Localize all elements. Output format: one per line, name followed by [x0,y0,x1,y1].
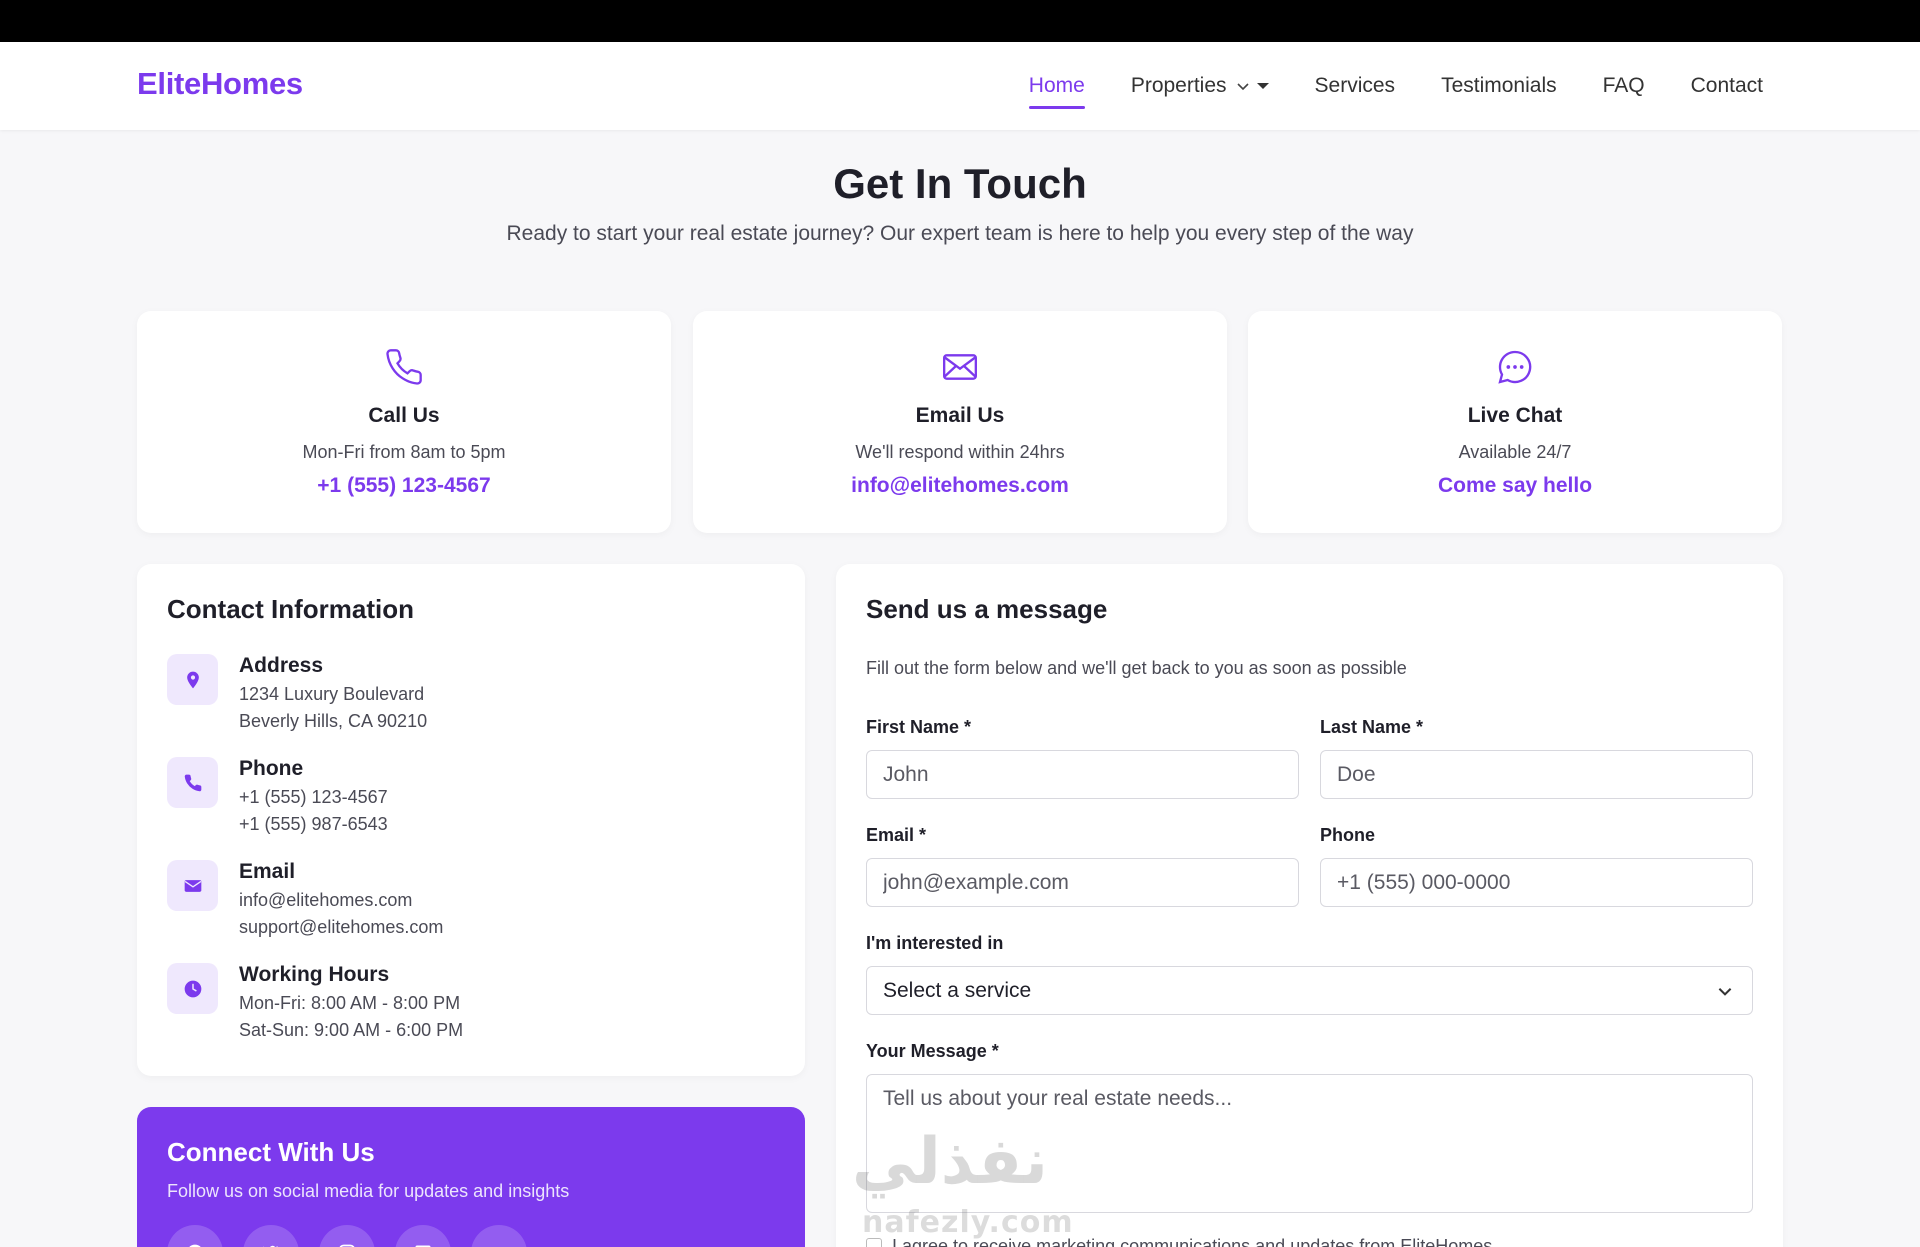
first-name-input[interactable] [866,750,1299,799]
address-badge [167,654,218,705]
brand-logo[interactable]: EliteHomes [137,66,303,102]
clock-icon [184,980,201,997]
interest-label: I'm interested in [866,933,1004,953]
phone-line-1[interactable]: +1 (555) 123-4567 [239,787,388,808]
nav-properties-label: Properties [1130,74,1227,97]
nav-home[interactable]: Home [1028,42,1085,130]
phone-label: Phone [1320,825,1376,845]
nav-services-label: Services [1314,74,1396,97]
page-subtitle: Ready to start your real estate journey?… [506,222,1414,245]
email-input[interactable] [866,858,1299,907]
email-line-2[interactable]: support@elitehomes.com [239,917,443,938]
linkedin-icon[interactable] [395,1225,451,1247]
instagram-icon[interactable] [319,1225,375,1247]
navbar: EliteHomes Home Properties Services Test… [0,42,1920,130]
mail-icon [943,354,977,380]
call-us-title: Call Us [368,404,440,427]
phone-badge [167,757,218,808]
form-title: Send us a message [866,594,1108,624]
watermark: نفذلي nafezly.com [852,1125,1074,1245]
live-chat-desc: Available 24/7 [1458,442,1572,462]
info-email: Email info@elitehomes.com support@eliteh… [167,860,767,950]
service-select-value: Select a service [883,978,1032,1002]
working-hours-line-1: Mon-Fri: 8:00 AM - 8:00 PM [239,993,461,1013]
watermark-arabic: نفذلي [852,1125,1048,1199]
chevron-down-icon [1236,83,1249,91]
connect-subtitle: Follow us on social media for updates an… [167,1181,570,1201]
first-name-label: First Name * [866,717,972,737]
live-chat-card: Live Chat Available 24/7 Come say hello [1248,311,1782,533]
email-us-card: Email Us We'll respond within 24hrs info… [693,311,1227,533]
phone-icon [184,774,201,791]
nav-faq-label: FAQ [1602,74,1645,97]
nav-contact-label: Contact [1690,74,1763,97]
address-line-2: Beverly Hills, CA 90210 [239,711,428,731]
address-heading: Address [239,654,324,677]
nav-home-label: Home [1028,74,1085,97]
info-phone: Phone +1 (555) 123-4567 +1 (555) 987-654… [167,757,767,847]
nav-testimonials-label: Testimonials [1441,74,1557,97]
service-select[interactable]: Select a service [866,966,1753,1015]
nav-properties[interactable]: Properties [1131,42,1269,130]
chevron-down-icon [1718,988,1732,996]
call-us-card: Call Us Mon-Fri from 8am to 5pm +1 (555)… [137,311,671,533]
phone-icon [386,349,422,385]
nav-services[interactable]: Services [1315,42,1396,130]
working-hours-line-2: Sat-Sun: 9:00 AM - 6:00 PM [239,1020,464,1040]
email-badge [167,860,218,911]
twitter-icon[interactable] [243,1225,299,1247]
email-us-desc: We'll respond within 24hrs [855,442,1065,462]
nav-contact[interactable]: Contact [1691,42,1763,130]
page-title: Get In Touch [833,160,1087,207]
location-pin-icon [186,671,199,688]
phone-heading: Phone [239,757,304,780]
mail-icon [184,879,201,892]
youtube-icon[interactable] [471,1225,527,1247]
live-chat-link[interactable]: Come say hello [1248,474,1782,498]
connect-title: Connect With Us [167,1137,375,1167]
info-working-hours: Working Hours Mon-Fri: 8:00 AM - 8:00 PM… [167,963,767,1053]
nav-faq[interactable]: FAQ [1603,42,1645,130]
nav-testimonials[interactable]: Testimonials [1441,42,1557,130]
browser-top-bar [0,0,1920,42]
email-us-icon-wrap [693,347,1227,387]
watermark-latin: nafezly.com [862,1205,1074,1240]
last-name-label: Last Name * [1320,717,1424,737]
live-chat-title: Live Chat [1467,404,1563,427]
message-label: Your Message * [866,1041,999,1061]
working-hours-badge [167,963,218,1014]
phone-line-2[interactable]: +1 (555) 987-6543 [239,814,388,835]
chat-icon [1498,350,1532,384]
live-chat-icon-wrap [1248,347,1782,387]
call-us-link[interactable]: +1 (555) 123-4567 [137,474,671,498]
email-heading: Email [239,860,296,883]
facebook-icon[interactable] [167,1225,223,1247]
dropdown-caret-icon [1256,83,1269,89]
contact-information-title: Contact Information [167,594,414,624]
form-subtitle: Fill out the form below and we'll get ba… [866,658,1407,678]
contact-information-card: Contact Information Address 1234 Luxury … [137,564,805,1076]
connect-with-us-card: Connect With Us Follow us on social medi… [137,1107,805,1247]
last-name-input[interactable] [1320,750,1753,799]
email-line-1[interactable]: info@elitehomes.com [239,890,412,911]
email-us-title: Email Us [915,404,1005,427]
main-menu: Home Properties Services Testimonials FA… [1028,42,1763,130]
call-us-desc: Mon-Fri from 8am to 5pm [302,442,506,462]
info-address: Address 1234 Luxury Boulevard Beverly Hi… [167,654,767,744]
working-hours-heading: Working Hours [239,963,390,986]
phone-input[interactable] [1320,858,1753,907]
call-us-icon-wrap [137,347,671,387]
email-us-link[interactable]: info@elitehomes.com [693,474,1227,498]
email-label: Email * [866,825,927,845]
address-line-1: 1234 Luxury Boulevard [239,684,425,704]
